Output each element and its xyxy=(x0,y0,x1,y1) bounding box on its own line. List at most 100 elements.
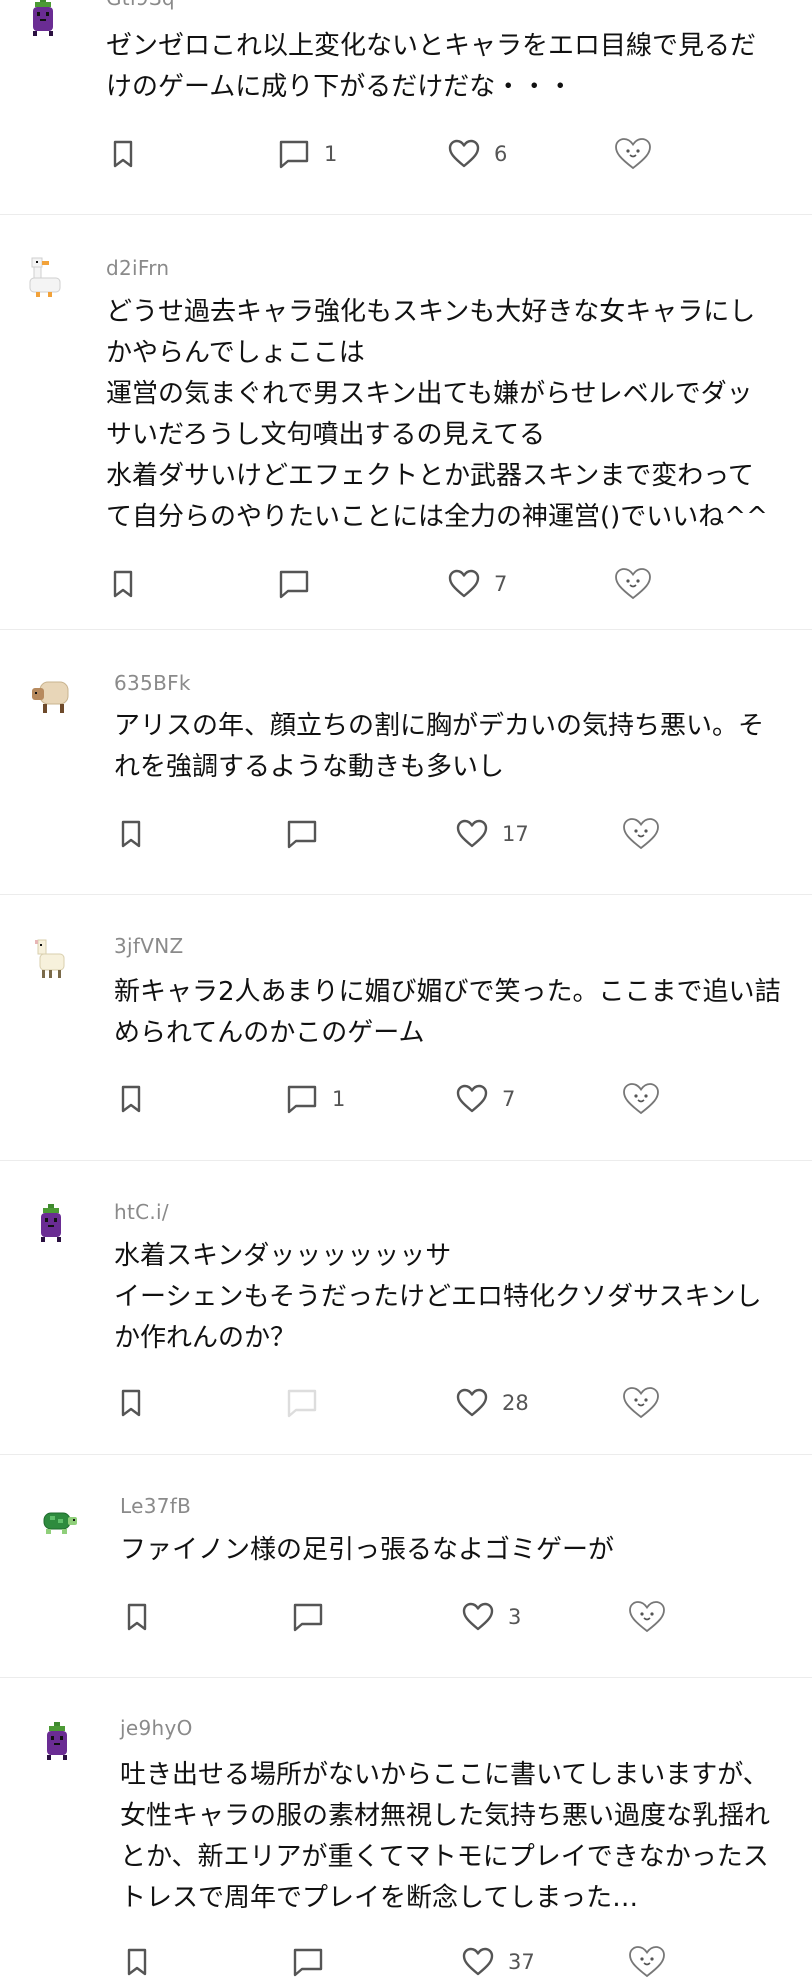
heart-icon xyxy=(456,1388,488,1417)
comment-icon xyxy=(279,570,309,599)
username[interactable]: htC.i/ xyxy=(114,1200,169,1224)
username[interactable]: Gtl9Sq xyxy=(106,0,175,10)
heart-icon xyxy=(456,1084,488,1113)
comment-text: 新キャラ2人あまりに媚び媚びで笑った。ここまで追い詰 められてんのかこのゲーム xyxy=(114,977,781,1048)
comment-text: ファイノン様の足引っ張るなよゴミゲーが xyxy=(120,1535,615,1565)
bookmark-button[interactable] xyxy=(110,564,136,604)
comment-text: ゼンゼロこれ以上変化ないとキャラをエロ目線で見るだ けのゲームに成り下がるだけだ… xyxy=(106,31,757,102)
heart-face-icon xyxy=(629,1946,665,1978)
heart-face-icon xyxy=(615,138,651,170)
reply-button[interactable] xyxy=(292,1597,338,1637)
comment-actions: 1 6 xyxy=(106,134,666,174)
bookmark-icon xyxy=(127,1948,147,1976)
comment-icon xyxy=(293,1948,323,1977)
separator xyxy=(0,1160,812,1161)
heart-face-icon xyxy=(615,568,651,600)
reply-button[interactable] xyxy=(278,564,324,604)
comment-icon xyxy=(279,140,309,169)
like-count: 17 xyxy=(502,822,529,846)
eggplant-avatar[interactable] xyxy=(22,0,66,42)
like-button[interactable]: 17 xyxy=(456,814,529,854)
bookmark-icon xyxy=(121,820,141,848)
separator xyxy=(0,629,812,630)
comment-actions: 17 xyxy=(114,814,674,854)
username[interactable]: d2iFrn xyxy=(106,256,169,280)
heart-icon xyxy=(448,139,480,168)
heart-icon xyxy=(462,1947,494,1976)
heart-icon xyxy=(448,569,480,598)
reply-button[interactable] xyxy=(286,1383,332,1423)
sheep-avatar[interactable] xyxy=(28,676,72,720)
like-count: 37 xyxy=(508,1950,535,1974)
reaction-button[interactable] xyxy=(622,1079,660,1119)
username[interactable]: 635BFk xyxy=(114,671,191,695)
comment-actions: 1 7 xyxy=(114,1079,674,1119)
bookmark-button[interactable] xyxy=(124,1942,150,1982)
username[interactable]: je9hyO xyxy=(120,1716,193,1740)
comment-text: 吐き出せる場所がないからここに書いてしまいますが、 女性キャラの服の素材無視した… xyxy=(120,1760,771,1913)
comment-icon xyxy=(293,1603,323,1632)
heart-icon xyxy=(456,819,488,848)
reaction-button[interactable] xyxy=(614,134,652,174)
eggplant-avatar[interactable] xyxy=(30,1204,74,1248)
reply-button[interactable] xyxy=(292,1942,338,1982)
bookmark-icon xyxy=(113,570,133,598)
reaction-button[interactable] xyxy=(614,564,652,604)
comment-actions: 28 xyxy=(114,1383,674,1423)
like-count: 6 xyxy=(494,142,508,166)
comment-feed: Gtl9Sq ゼンゼロこれ以上変化ないとキャラをエロ目線で見るだ けのゲームに成… xyxy=(0,0,812,1978)
comment-count: 1 xyxy=(324,142,338,166)
heart-face-icon xyxy=(623,1387,659,1419)
reaction-button[interactable] xyxy=(628,1942,666,1982)
alpaca-avatar[interactable] xyxy=(30,938,74,982)
comment-text: アリスの年、顔立ちの割に胸がデカいの気持ち悪い。そ れを強調するような動きも多い… xyxy=(114,711,765,782)
username[interactable]: 3jfVNZ xyxy=(114,934,183,958)
reply-button[interactable]: 1 xyxy=(286,1079,345,1119)
heart-icon xyxy=(462,1602,494,1631)
separator xyxy=(0,214,812,215)
separator xyxy=(0,1454,812,1455)
like-count: 7 xyxy=(502,1087,516,1111)
comment-icon xyxy=(287,820,317,849)
eggplant-avatar[interactable] xyxy=(36,1722,80,1766)
comment-actions: 37 xyxy=(120,1942,680,1982)
bookmark-button[interactable] xyxy=(118,1383,144,1423)
reply-button[interactable]: 1 xyxy=(278,134,337,174)
bookmark-button[interactable] xyxy=(124,1597,150,1637)
comment-text: 水着スキンダッッッッッッサ イーシェンもそうだったけどエロ特化クソダサスキンし … xyxy=(114,1241,762,1353)
heart-face-icon xyxy=(623,818,659,850)
like-button[interactable]: 7 xyxy=(448,564,507,604)
reaction-button[interactable] xyxy=(628,1597,666,1637)
separator xyxy=(0,1677,812,1678)
heart-face-icon xyxy=(629,1601,665,1633)
bookmark-button[interactable] xyxy=(118,1079,144,1119)
bookmark-button[interactable] xyxy=(118,814,144,854)
username[interactable]: Le37fB xyxy=(120,1494,191,1518)
comment-count: 1 xyxy=(332,1087,346,1111)
heart-face-icon xyxy=(623,1083,659,1115)
reply-button[interactable] xyxy=(286,814,332,854)
like-button[interactable]: 7 xyxy=(456,1079,515,1119)
comment-actions: 3 xyxy=(120,1597,680,1637)
turtle-avatar[interactable] xyxy=(36,1503,80,1547)
goose-avatar[interactable] xyxy=(22,256,66,300)
like-count: 28 xyxy=(502,1391,529,1415)
comment-icon xyxy=(287,1389,317,1418)
like-button[interactable]: 37 xyxy=(462,1942,535,1982)
like-button[interactable]: 6 xyxy=(448,134,507,174)
like-count: 3 xyxy=(508,1605,522,1629)
like-count: 7 xyxy=(494,572,508,596)
comment-actions: 7 xyxy=(106,564,666,604)
like-button[interactable]: 28 xyxy=(456,1383,529,1423)
bookmark-icon xyxy=(121,1085,141,1113)
bookmark-icon xyxy=(121,1389,141,1417)
comment-text: どうせ過去キャラ強化もスキンも大好きな女キャラにし かやらんでしょここは 運営の… xyxy=(106,297,768,532)
reaction-button[interactable] xyxy=(622,1383,660,1423)
separator xyxy=(0,894,812,895)
like-button[interactable]: 3 xyxy=(462,1597,521,1637)
bookmark-button[interactable] xyxy=(110,134,136,174)
comment-icon xyxy=(287,1085,317,1114)
bookmark-icon xyxy=(113,140,133,168)
reaction-button[interactable] xyxy=(622,814,660,854)
bookmark-icon xyxy=(127,1603,147,1631)
